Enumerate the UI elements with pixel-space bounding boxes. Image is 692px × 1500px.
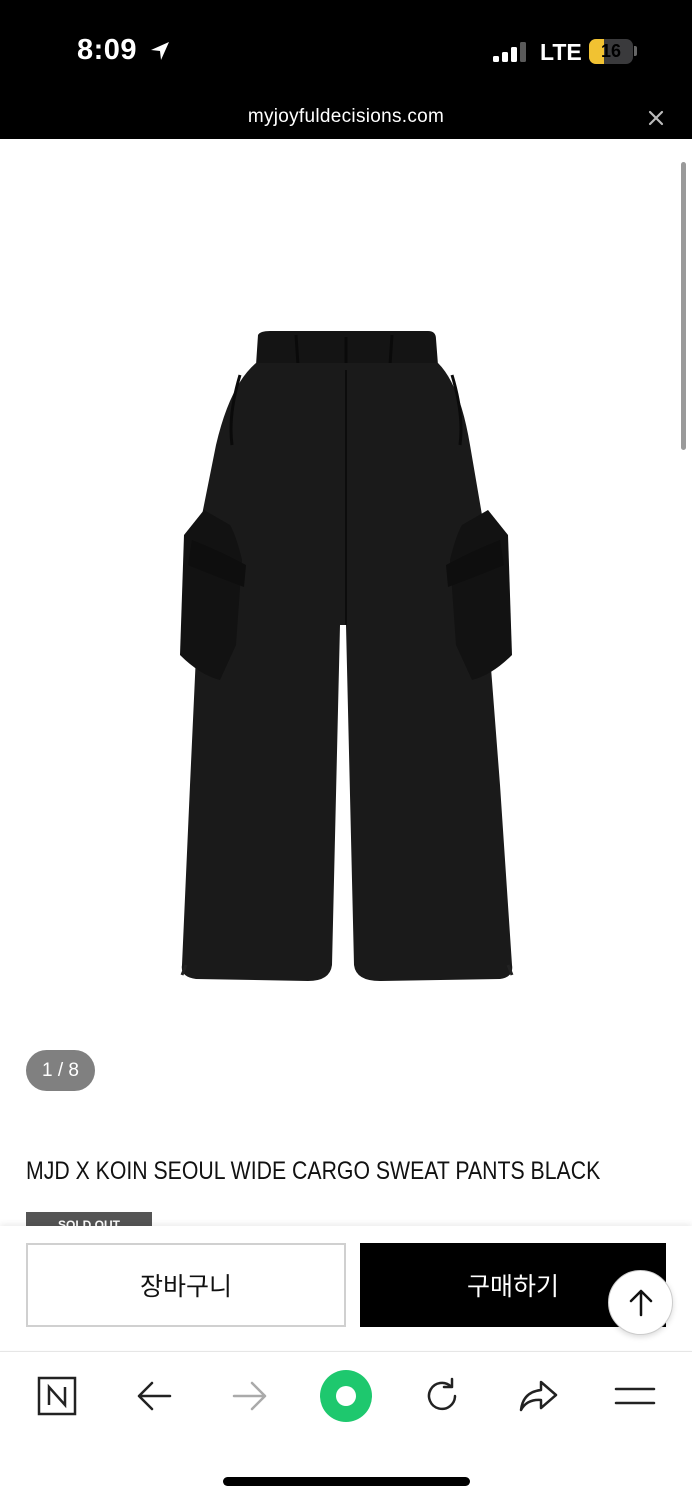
back-button[interactable] <box>130 1372 178 1420</box>
cart-button[interactable]: 장바구니 <box>26 1243 346 1327</box>
naver-n-icon <box>37 1376 77 1416</box>
battery-level: 16 <box>600 41 622 61</box>
sold-out-badge: SOLD OUT <box>26 1212 152 1226</box>
battery-icon: 16 <box>589 39 633 64</box>
arrow-up-icon <box>629 1289 652 1316</box>
image-counter: 1 / 8 <box>26 1050 95 1091</box>
url-bar[interactable]: myjoyfuldecisions.com <box>0 100 692 139</box>
status-bar: 8:09 LTE 16 <box>0 0 692 100</box>
green-dot-icon <box>320 1370 372 1422</box>
menu-icon <box>614 1387 656 1405</box>
product-image[interactable] <box>170 325 522 990</box>
signal-bars-icon <box>493 42 527 62</box>
status-time: 8:09 <box>77 34 138 66</box>
scroll-top-button[interactable] <box>608 1270 673 1335</box>
close-icon[interactable] <box>646 108 666 128</box>
scroll-indicator[interactable] <box>681 162 686 450</box>
url-text: myjoyfuldecisions.com <box>247 106 445 127</box>
green-dot-button[interactable] <box>318 1368 374 1424</box>
network-type: LTE <box>540 39 582 65</box>
forward-button[interactable] <box>226 1372 274 1420</box>
share-icon <box>519 1380 558 1412</box>
reload-icon <box>427 1377 457 1411</box>
battery-nub <box>634 46 637 56</box>
product-title: MJD X KOIN SEOUL WIDE CARGO SWEAT PANTS … <box>26 1157 601 1185</box>
naver-home-button[interactable] <box>33 1372 81 1420</box>
back-arrow-icon <box>137 1381 172 1411</box>
location-arrow-icon <box>151 42 169 60</box>
menu-button[interactable] <box>611 1372 659 1420</box>
home-indicator[interactable] <box>223 1477 470 1486</box>
share-button[interactable] <box>514 1372 562 1420</box>
forward-arrow-icon <box>232 1381 267 1411</box>
reload-button[interactable] <box>418 1372 466 1420</box>
